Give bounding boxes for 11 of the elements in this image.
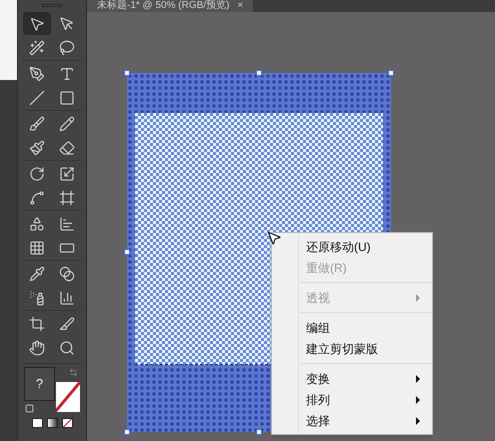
document-title: 未标题-1* @ 50% (RGB/预览) — [97, 1, 230, 11]
menu-item[interactable]: 变换 — [272, 368, 432, 389]
fill-swatch[interactable]: ? — [24, 367, 55, 401]
menu-item[interactable]: 建立剪切蒙版 — [272, 338, 432, 359]
document-tab[interactable]: 未标题-1* @ 50% (RGB/预览) × — [87, 0, 254, 12]
menu-item[interactable]: 编组 — [272, 317, 432, 338]
menu-item[interactable]: 选择 — [272, 410, 432, 431]
menu-item[interactable]: 排列 — [272, 389, 432, 410]
menu-item[interactable]: 还原移动(U) — [272, 236, 432, 257]
fill-label: ? — [36, 375, 44, 394]
close-tab-button[interactable]: × — [237, 1, 244, 11]
